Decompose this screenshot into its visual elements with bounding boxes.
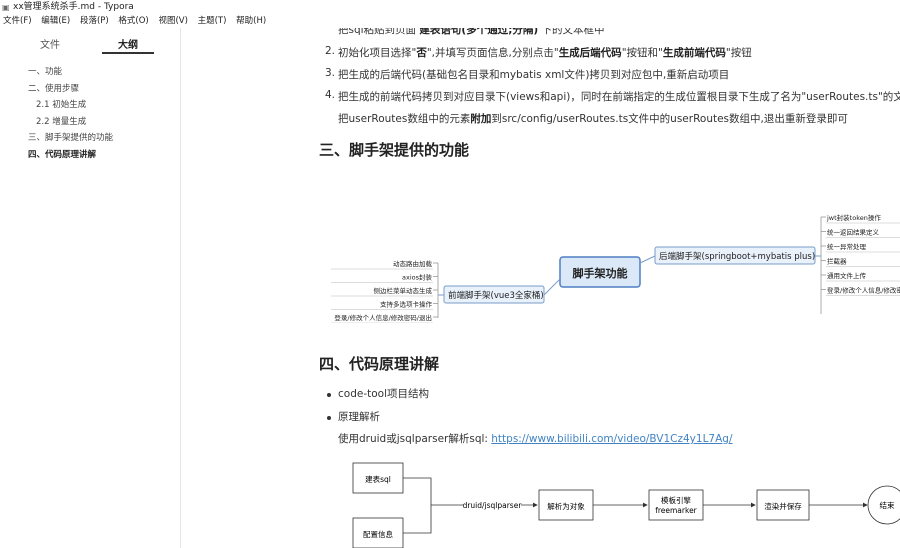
flow-label: 结束	[880, 500, 895, 510]
text-run: ",并填写页面信息,分别点击"	[426, 47, 559, 59]
heading-code-principle: 四、代码原理讲解	[319, 355, 440, 373]
menu-format[interactable]: 格式(O)	[118, 16, 148, 26]
step-text: 把生成的前端代码拷贝到对应目录下(views和api)，同时在前端指定的生成位置…	[338, 89, 900, 104]
flow-label: freemarker	[655, 506, 697, 515]
sidebar-tabs: 文件 大纲	[0, 28, 180, 56]
flow-label: 建表sql	[365, 474, 391, 484]
window-title: xx管理系统杀手.md - Typora	[13, 2, 134, 12]
mindmap-backend-item: 统一异常处理	[827, 242, 867, 251]
step-text: 初始化项目选择"否",并填写页面信息,分别点击"生成后端代码"按钮和"生成前端代…	[338, 45, 752, 60]
step-number: 2.	[325, 45, 336, 57]
mindmap-center-label: 脚手架功能	[573, 266, 628, 280]
bullet-project-structure: code-tool项目结构	[338, 388, 429, 400]
flow-label: 模板引擎	[661, 495, 691, 505]
flow-label: 渲染并保存	[764, 501, 802, 511]
bold-run: 建表语句(多个通过;分隔)	[419, 28, 539, 36]
flow-label: 配置信息	[363, 529, 393, 539]
step-number: 4.	[325, 89, 336, 101]
menu-paragraph[interactable]: 段落(P)	[80, 16, 109, 26]
bold-run: 生成前端代码	[662, 47, 726, 59]
outline-list: 一、功能 二、使用步骤 2.1 初始生成 2.2 增量生成 三、脚手架提供的功能…	[0, 64, 180, 163]
mindmap-frontend-item: axios封装	[402, 273, 432, 282]
menu-bar: 文件(F) 编辑(E) 段落(P) 格式(O) 视图(V) 主题(T) 帮助(H…	[0, 14, 900, 28]
parse-description: 使用druid或jsqlparser解析sql: https://www.bil…	[338, 431, 732, 446]
flow-node-template	[648, 489, 704, 521]
editor-content[interactable]: 把sql粘贴到页面 建表语句(多个通过;分隔) 下的文本框中 2. 初始化项目选择…	[181, 28, 900, 548]
mindmap-frontend-items: 动态路由加载 axios封装侧边栏菜单动态生成支持多选项卡操作登录/修改个人信息/…	[331, 259, 438, 323]
text-run: 初始化项目选择"	[338, 47, 417, 59]
sidebar: 文件 大纲 一、功能 二、使用步骤 2.1 初始生成 2.2 增量生成 三、脚手…	[0, 28, 181, 548]
outline-item-incremental[interactable]: 2.2 增量生成	[0, 114, 180, 131]
mindmap-backend-item: 登录/修改个人信息/修改密	[827, 286, 900, 295]
mindmap-backend-item: 统一返回结果定义	[827, 228, 880, 237]
mindmap-frontend-item: 动态路由加载	[393, 259, 433, 268]
step4-continuation: 把userRoutes数组中的元素附加到src/config/userRoute…	[338, 111, 848, 126]
mindmap-diagram: 脚手架功能 后端脚手架(springboot+mybatis plus) jwt…	[331, 213, 900, 323]
text-run: 把userRoutes数组中的元素	[338, 113, 471, 125]
heading-scaffold-features: 三、脚手架提供的功能	[319, 141, 470, 159]
flow-edge-label: druid/jsqlparser	[463, 501, 523, 510]
bold-run: 生成后端代码	[558, 47, 622, 59]
menu-file[interactable]: 文件(F)	[3, 16, 32, 26]
text-run: "按钮和"	[621, 47, 663, 59]
step1-continuation: 把sql粘贴到页面 建表语句(多个通过;分隔) 下的文本框中	[338, 28, 605, 37]
outline-item-principle[interactable]: 四、代码原理讲解	[0, 147, 180, 164]
app-icon: ▣	[2, 3, 10, 12]
outline-item-scaffold[interactable]: 三、脚手架提供的功能	[0, 130, 180, 147]
mindmap-backend-item: jwt封装token操作	[826, 213, 881, 222]
menu-theme[interactable]: 主题(T)	[198, 16, 227, 26]
mindmap-backend-item: 通用文件上传	[827, 271, 867, 280]
mindmap-frontend-label: 前端脚手架(vue3全家桶)	[448, 290, 544, 301]
mindmap-frontend-item: 登录/修改个人信息/修改密码/退出	[334, 313, 432, 322]
bullet-marker	[327, 393, 331, 397]
active-tab-indicator	[102, 52, 154, 54]
tab-files[interactable]: 文件	[40, 36, 60, 51]
text-run: 把sql粘贴到页面	[338, 28, 420, 36]
step-number: 3.	[325, 67, 336, 79]
bullet-principle: 原理解析	[338, 411, 380, 423]
bilibili-link[interactable]: https://www.bilibili.com/video/BV1Cz4y1L…	[491, 433, 732, 445]
mindmap-backend-items: jwt封装token操作统一返回结果定义统一异常处理拦截器通用文件上传登录/修改…	[821, 213, 900, 296]
flow-diagram: 建表sql 配置信息 druid/jsqlparser 解析为对象 模板引擎 f…	[352, 462, 900, 548]
mindmap-backend-label: 后端脚手架(springboot+mybatis plus)	[659, 251, 815, 262]
menu-help[interactable]: 帮助(H)	[236, 16, 266, 26]
tab-outline[interactable]: 大纲	[118, 36, 138, 51]
text-run: 到src/config/userRoutes.ts文件中的userRoutes数…	[491, 113, 848, 125]
text-run: 下的文本框中	[538, 28, 605, 36]
menu-view[interactable]: 视图(V)	[158, 16, 187, 26]
mindmap-backend-item: 拦截器	[827, 257, 847, 266]
mindmap-frontend-item: 侧边栏菜单动态生成	[374, 286, 433, 295]
bold-run: 附加	[470, 113, 492, 125]
text-run: "按钮	[725, 47, 752, 59]
outline-item-features[interactable]: 一、功能	[0, 64, 180, 81]
step-text: 把生成的后端代码(基础包名目录和mybatis xml文件)拷贝到对应包中,重新…	[338, 67, 729, 82]
text-run: 把生成的后端代码(基础包名目录和mybatis xml文件)拷贝到对应包中,重新…	[338, 69, 730, 81]
window-titlebar: ▣ xx管理系统杀手.md - Typora	[0, 0, 900, 14]
bold-run: 否	[416, 47, 427, 59]
text-run: 使用druid或jsqlparser解析sql:	[338, 433, 492, 445]
outline-item-initial[interactable]: 2.1 初始生成	[0, 97, 180, 114]
outline-item-usage[interactable]: 二、使用步骤	[0, 81, 180, 98]
bullet-marker	[327, 416, 331, 420]
menu-edit[interactable]: 编辑(E)	[41, 16, 70, 26]
mindmap-frontend-item: 支持多选项卡操作	[380, 300, 433, 309]
text-run: 把生成的前端代码拷贝到对应目录下(views和api)，同时在前端指定的生成位置…	[338, 91, 900, 103]
flow-label: 解析为对象	[547, 501, 585, 511]
